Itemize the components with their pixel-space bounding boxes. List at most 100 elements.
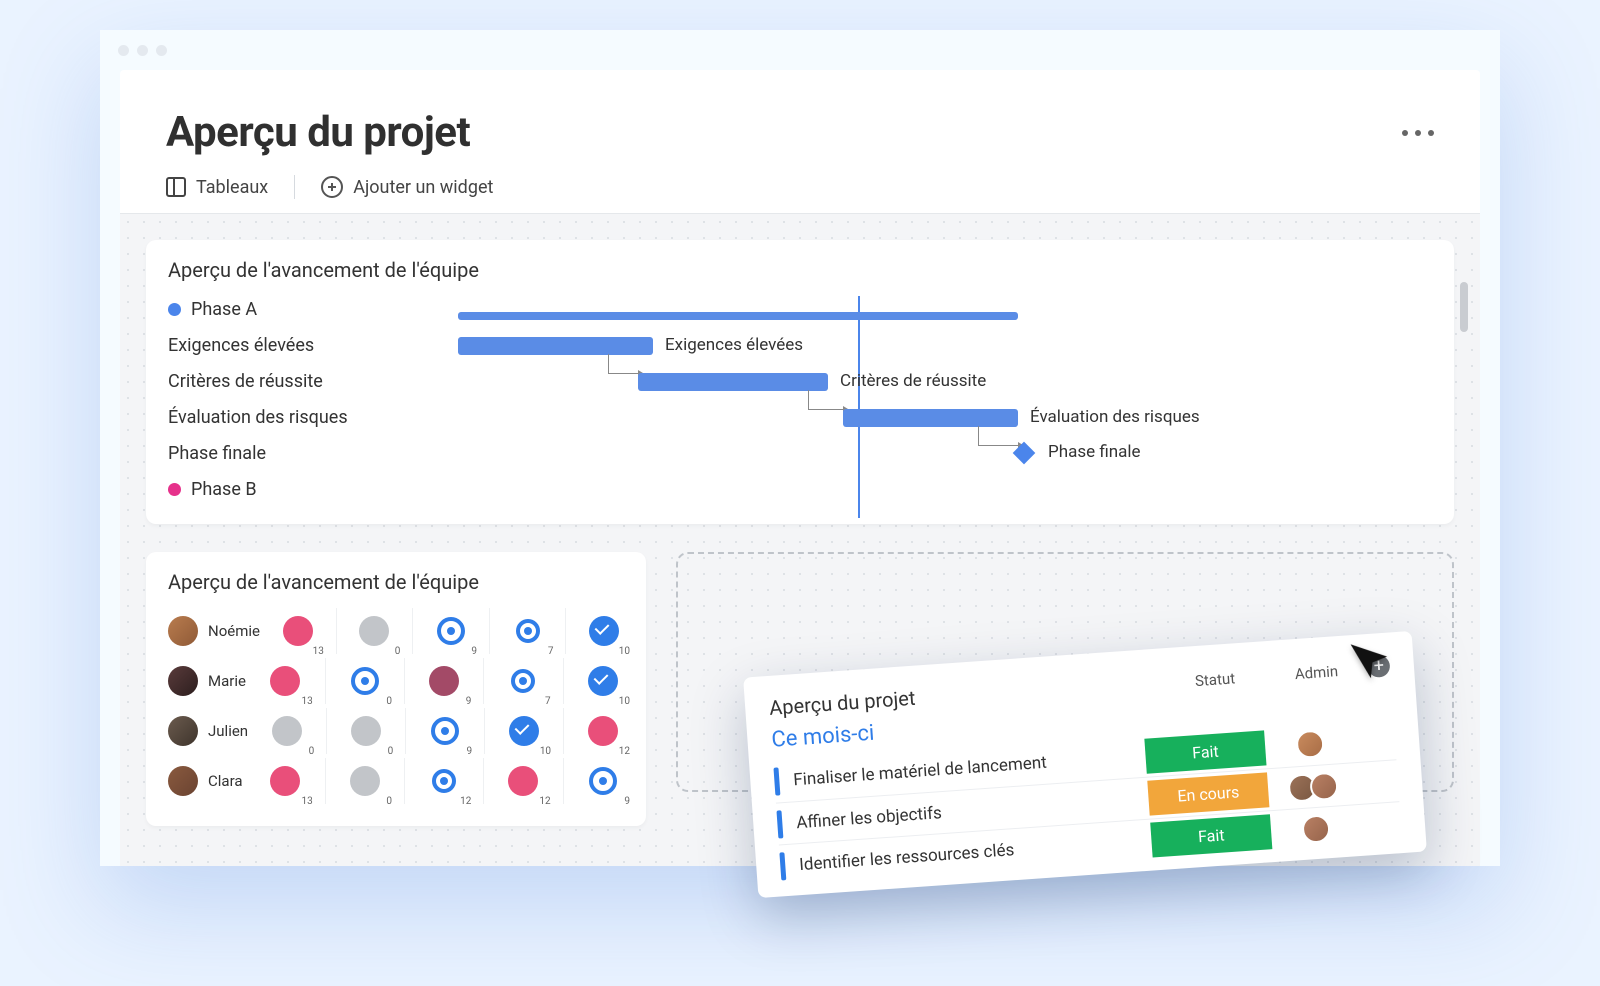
progress-count: 10	[540, 746, 551, 757]
person-name: Clara	[208, 772, 243, 790]
gantt-bar[interactable]: Critères de réussite	[638, 373, 828, 391]
avatar	[1309, 771, 1339, 801]
team-person[interactable]: Noémie	[168, 616, 260, 646]
avatar	[168, 716, 198, 746]
progress-ball-icon	[270, 766, 300, 796]
status-badge[interactable]: En cours	[1147, 772, 1269, 815]
progress-cell[interactable]: 0	[343, 758, 386, 804]
admin-cell[interactable]	[1270, 811, 1362, 845]
progress-ball-icon	[351, 667, 379, 695]
progress-cell[interactable]: 9	[431, 608, 471, 654]
progress-cell[interactable]: 12	[582, 708, 624, 754]
progress-ball-icon	[429, 666, 459, 696]
progress-ball-icon	[516, 619, 540, 643]
scrollbar-thumb[interactable]	[1460, 282, 1468, 332]
row-end-spacer	[1361, 823, 1401, 826]
cell-divider	[404, 758, 405, 804]
project-overview-overlay[interactable]: Aperçu du projet Statut Admin + Ce mois-…	[743, 631, 1427, 898]
avatar	[168, 616, 198, 646]
gantt-row	[458, 476, 1432, 502]
admin-cell[interactable]	[1264, 727, 1356, 761]
progress-ball-icon	[283, 616, 313, 646]
cell-divider	[412, 608, 413, 654]
phase-b-label[interactable]: Phase B	[168, 476, 428, 502]
gantt-bar-caption: Exigences élevées	[665, 335, 803, 355]
cell-divider	[565, 608, 566, 654]
team-person[interactable]: Julien	[168, 716, 248, 746]
browser-window: Aperçu du projet Tableaux Ajouter un wid…	[100, 30, 1500, 866]
team-person[interactable]: Clara	[168, 766, 246, 796]
window-dot-icon	[156, 45, 167, 56]
cell-divider	[563, 708, 564, 754]
progress-cell[interactable]: 12	[502, 758, 545, 804]
progress-count: 0	[386, 796, 392, 807]
progress-cell[interactable]: 0	[343, 658, 386, 704]
progress-ball-icon	[351, 716, 381, 746]
progress-ball-icon	[272, 716, 302, 746]
gantt-bar-caption: Évaluation des risques	[1030, 407, 1200, 427]
phase-a-text: Phase A	[191, 299, 257, 320]
person-name: Julien	[208, 722, 248, 740]
progress-cell[interactable]: 10	[581, 658, 624, 704]
cursor-icon	[1344, 635, 1397, 691]
page-title: Aperçu du projet	[166, 108, 470, 157]
cell-divider	[483, 758, 484, 804]
progress-cell[interactable]: 13	[264, 758, 307, 804]
page-body: Aperçu du projet Tableaux Ajouter un wid…	[120, 70, 1480, 866]
boards-tab[interactable]: Tableaux	[166, 177, 268, 198]
gantt-bar[interactable]: Évaluation des risques	[843, 409, 1018, 427]
status-badge[interactable]: Fait	[1144, 730, 1266, 773]
cell-divider	[484, 708, 485, 754]
progress-cell[interactable]: 10	[503, 708, 545, 754]
admin-cell[interactable]	[1267, 770, 1359, 804]
status-column-header: Statut	[1194, 669, 1235, 690]
team-progress-card[interactable]: Aperçu de l'avancement de l'équipe Noémi…	[146, 552, 646, 826]
avatar	[168, 666, 198, 696]
progress-ball-icon	[588, 666, 618, 696]
gantt-bar[interactable]: Exigences élevées	[458, 337, 653, 355]
progress-count: 0	[386, 696, 392, 707]
team-person[interactable]: Marie	[168, 666, 246, 696]
gantt-bars-area: Exigences élevées Critères de réussite	[458, 296, 1432, 512]
progress-cell[interactable]: 0	[355, 608, 395, 654]
progress-cell[interactable]: 9	[581, 758, 624, 804]
window-titlebar	[100, 30, 1500, 70]
more-menu-icon[interactable]	[1402, 130, 1434, 136]
status-badge[interactable]: Fait	[1150, 814, 1272, 857]
toolbar-divider	[294, 175, 295, 199]
cell-divider	[325, 758, 326, 804]
progress-cell[interactable]: 7	[502, 658, 545, 704]
person-name: Marie	[208, 672, 246, 690]
milestone-icon[interactable]	[1013, 442, 1036, 465]
progress-count: 9	[466, 696, 472, 707]
team-card-title: Aperçu de l'avancement de l'équipe	[168, 570, 624, 594]
progress-cell[interactable]: 9	[423, 658, 466, 704]
progress-cell[interactable]: 9	[424, 708, 466, 754]
progress-cell[interactable]: 12	[423, 758, 466, 804]
progress-ball-icon	[437, 617, 465, 645]
gantt-row: Critères de réussite	[458, 368, 1432, 394]
cell-divider	[563, 658, 564, 704]
progress-cell[interactable]: 13	[278, 608, 318, 654]
gantt-row-label: Phase finale	[168, 440, 428, 466]
progress-count: 12	[619, 746, 630, 757]
overlay-column-headers: Statut Admin	[1194, 662, 1338, 690]
row-end-spacer	[1355, 738, 1395, 741]
progress-count: 12	[539, 796, 550, 807]
progress-cell[interactable]: 13	[264, 658, 307, 704]
plus-circle-icon	[321, 176, 343, 198]
progress-cell[interactable]: 0	[345, 708, 387, 754]
progress-count: 9	[624, 796, 630, 807]
progress-count: 13	[301, 796, 312, 807]
add-widget-button[interactable]: Ajouter un widget	[321, 176, 493, 198]
progress-cell[interactable]: 10	[584, 608, 624, 654]
person-name: Noémie	[208, 622, 260, 640]
progress-cell[interactable]: 7	[508, 608, 548, 654]
progress-cell[interactable]: 0	[266, 708, 308, 754]
progress-count: 9	[467, 746, 473, 757]
phase-a-label[interactable]: Phase A	[168, 296, 428, 322]
phase-a-summary-bar[interactable]	[458, 312, 1018, 320]
gantt-card[interactable]: Aperçu de l'avancement de l'équipe Phase…	[146, 240, 1454, 524]
team-row: Clara13012129	[168, 758, 624, 804]
window-dot-icon	[137, 45, 148, 56]
